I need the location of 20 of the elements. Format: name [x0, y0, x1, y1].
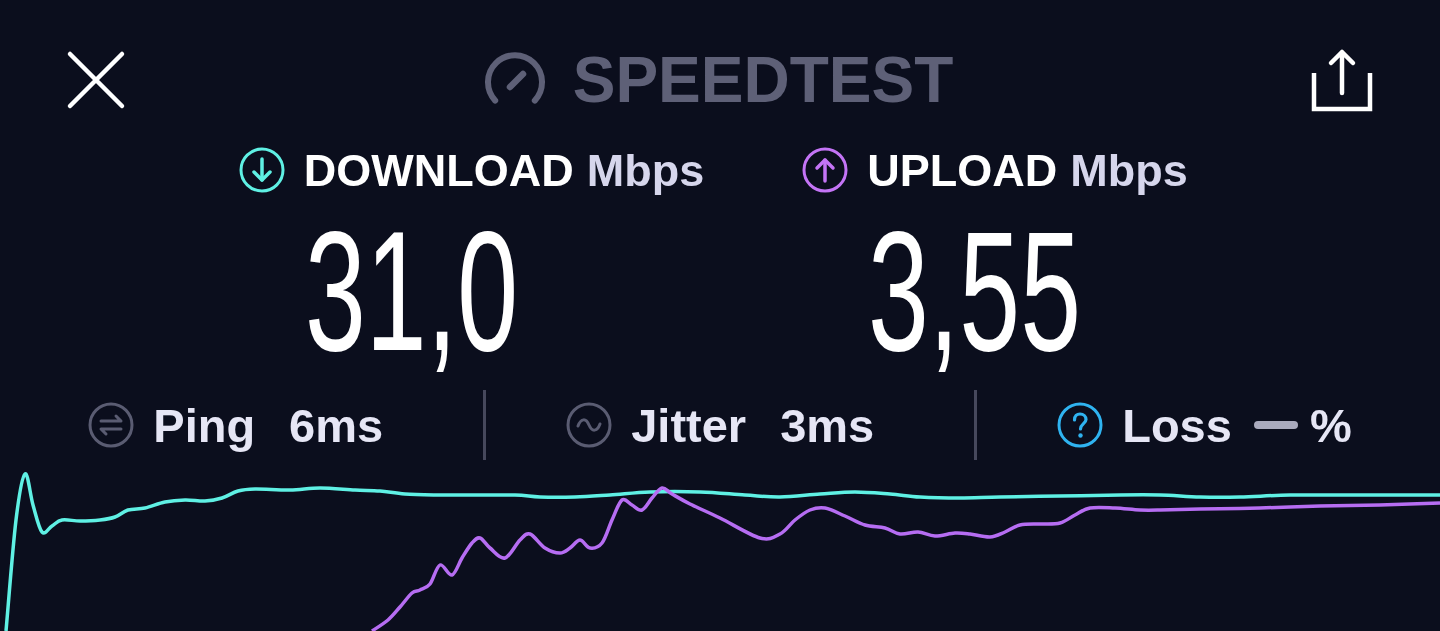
- help-icon[interactable]: [1057, 402, 1104, 448]
- close-button[interactable]: [66, 50, 126, 110]
- no-value-dash-icon: [1253, 421, 1298, 429]
- stat-label: Loss: [1122, 401, 1232, 449]
- share-button[interactable]: [1310, 47, 1374, 113]
- speed-value: 31,0: [304, 205, 518, 376]
- app-title: SPEEDTEST: [572, 48, 954, 112]
- share-icon: [1310, 47, 1374, 113]
- wave-circle-icon: [566, 402, 613, 448]
- close-icon: [66, 50, 126, 110]
- stat-unit: %: [1309, 401, 1352, 449]
- unit-label: Mbps: [586, 147, 705, 193]
- unit-label: Mbps: [1070, 147, 1188, 193]
- stat-label: Jitter: [631, 401, 747, 449]
- stat-value: 6ms: [289, 401, 384, 449]
- speed-label: UPLOAD: [867, 147, 1058, 193]
- speed-label: DOWNLOAD: [303, 147, 574, 193]
- stat-value: 3ms: [780, 401, 875, 449]
- speed-value: 3,55: [868, 205, 1082, 376]
- arrows-circle-icon: [88, 402, 135, 448]
